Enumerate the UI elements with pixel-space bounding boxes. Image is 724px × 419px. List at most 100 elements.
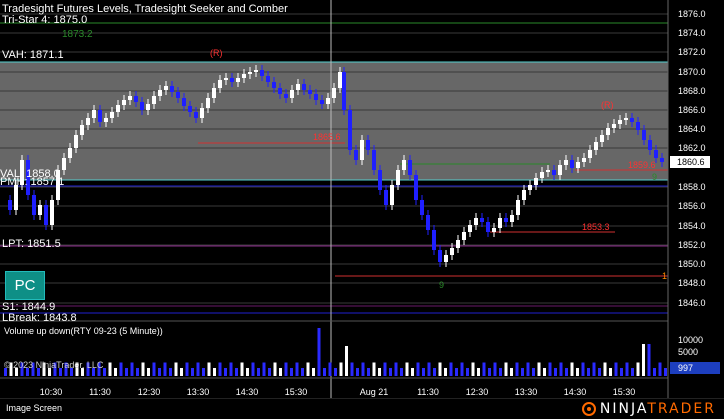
x-axis-label: 11:30 xyxy=(417,387,439,397)
candle-body xyxy=(116,105,120,112)
volume-bar xyxy=(614,362,618,376)
ninjatrader-logo: NINJATRADER xyxy=(581,401,716,417)
volume-bar xyxy=(526,362,530,376)
x-axis-label: 11:30 xyxy=(89,387,111,397)
lpt-label: LPT: 1851.5 xyxy=(2,238,61,250)
candle-body xyxy=(510,215,514,222)
price-tag: 1865.6 xyxy=(313,132,341,142)
candle-body xyxy=(456,240,460,248)
y-axis-label: 1872.0 xyxy=(678,47,706,57)
volume-bar xyxy=(449,362,453,376)
candle-body xyxy=(14,185,18,210)
volume-bar xyxy=(416,362,420,376)
volume-bar xyxy=(570,362,574,376)
volume-bar xyxy=(592,362,596,376)
candle-body xyxy=(98,110,102,122)
price-chart[interactable] xyxy=(0,0,724,398)
volume-bar xyxy=(152,362,156,376)
candle-body xyxy=(44,205,48,225)
volume-bar xyxy=(257,368,260,376)
candle-body xyxy=(230,78,234,82)
candle-body xyxy=(600,135,604,142)
volume-bar xyxy=(378,368,381,376)
volume-bar xyxy=(323,368,326,376)
volume-bar xyxy=(565,368,568,376)
volume-bar xyxy=(213,368,216,376)
candle-body xyxy=(8,200,12,210)
volume-bar xyxy=(295,362,299,376)
candle-body xyxy=(128,96,132,100)
candle-body xyxy=(182,98,186,106)
candle-body xyxy=(86,118,90,125)
tristar-label: Tri-Star 4: 1875.0 xyxy=(2,14,88,26)
x-axis-label: 15:30 xyxy=(284,387,308,397)
candle-body xyxy=(522,190,526,200)
candle-body xyxy=(660,158,664,162)
x-axis-label: 12:30 xyxy=(465,387,489,397)
volume-bar xyxy=(147,368,150,376)
candle-body xyxy=(384,190,388,205)
candle-body xyxy=(218,80,222,88)
candle-body xyxy=(378,170,382,190)
volume-bar xyxy=(361,362,365,376)
candle-body xyxy=(110,112,114,118)
volume-bar xyxy=(367,368,370,376)
volume-y-label: 10000 xyxy=(678,335,704,345)
candle-body xyxy=(582,158,586,162)
candle-body xyxy=(438,250,442,262)
volume-bar xyxy=(631,368,634,376)
current-price-marker: 1860.6 xyxy=(670,156,710,168)
candle-body xyxy=(74,135,78,148)
volume-bar xyxy=(405,362,409,376)
candle-body xyxy=(516,200,520,215)
candle-body xyxy=(224,78,228,80)
candle-body xyxy=(260,70,264,76)
volume-bar xyxy=(466,368,469,376)
volume-bar xyxy=(108,362,112,376)
candle-body xyxy=(414,175,418,200)
volume-bar xyxy=(174,362,178,376)
volume-bar xyxy=(251,362,255,376)
y-axis-label: 1868.0 xyxy=(678,86,706,96)
candle-body xyxy=(68,148,72,158)
volume-bar xyxy=(411,368,414,376)
volume-bar xyxy=(664,368,667,376)
volume-bar xyxy=(273,362,277,376)
ninja-icon xyxy=(581,402,596,416)
volume-bar xyxy=(543,368,546,376)
candle-body xyxy=(302,84,306,90)
chart-window: Tradesight Futures Levels, Tradesight Se… xyxy=(0,0,724,419)
candle-body xyxy=(504,218,508,222)
volume-bar xyxy=(460,362,464,376)
candle-body xyxy=(326,98,330,104)
candle-body xyxy=(134,96,138,102)
candle-body xyxy=(390,185,394,205)
candle-body xyxy=(146,104,150,110)
candle-body xyxy=(606,128,610,135)
volume-bar xyxy=(477,368,480,376)
signal-marker: (R) xyxy=(601,100,614,110)
volume-bar xyxy=(240,362,244,376)
candle-body xyxy=(480,218,484,222)
price-tag: 1853.3 xyxy=(582,222,610,232)
volume-bar xyxy=(141,362,145,376)
volume-bar xyxy=(559,362,563,376)
volume-bar xyxy=(537,362,541,376)
candle-body xyxy=(498,218,502,228)
volume-bar xyxy=(372,362,376,376)
volume-bar xyxy=(103,368,106,376)
volume-bar xyxy=(521,368,524,376)
volume-bar xyxy=(433,368,436,376)
volume-y-label: 5000 xyxy=(678,347,699,357)
y-axis-label: 1854.0 xyxy=(678,221,706,231)
candle-body xyxy=(420,200,424,215)
x-axis-label: 15:30 xyxy=(612,387,636,397)
x-axis-label: 10:30 xyxy=(39,387,63,397)
pc-button[interactable]: PC xyxy=(5,271,45,300)
candle-body xyxy=(636,122,640,130)
candle-body xyxy=(396,170,400,185)
volume-bar xyxy=(119,362,123,376)
volume-bar xyxy=(356,368,359,376)
candle-body xyxy=(450,248,454,255)
volume-bar xyxy=(554,368,557,376)
